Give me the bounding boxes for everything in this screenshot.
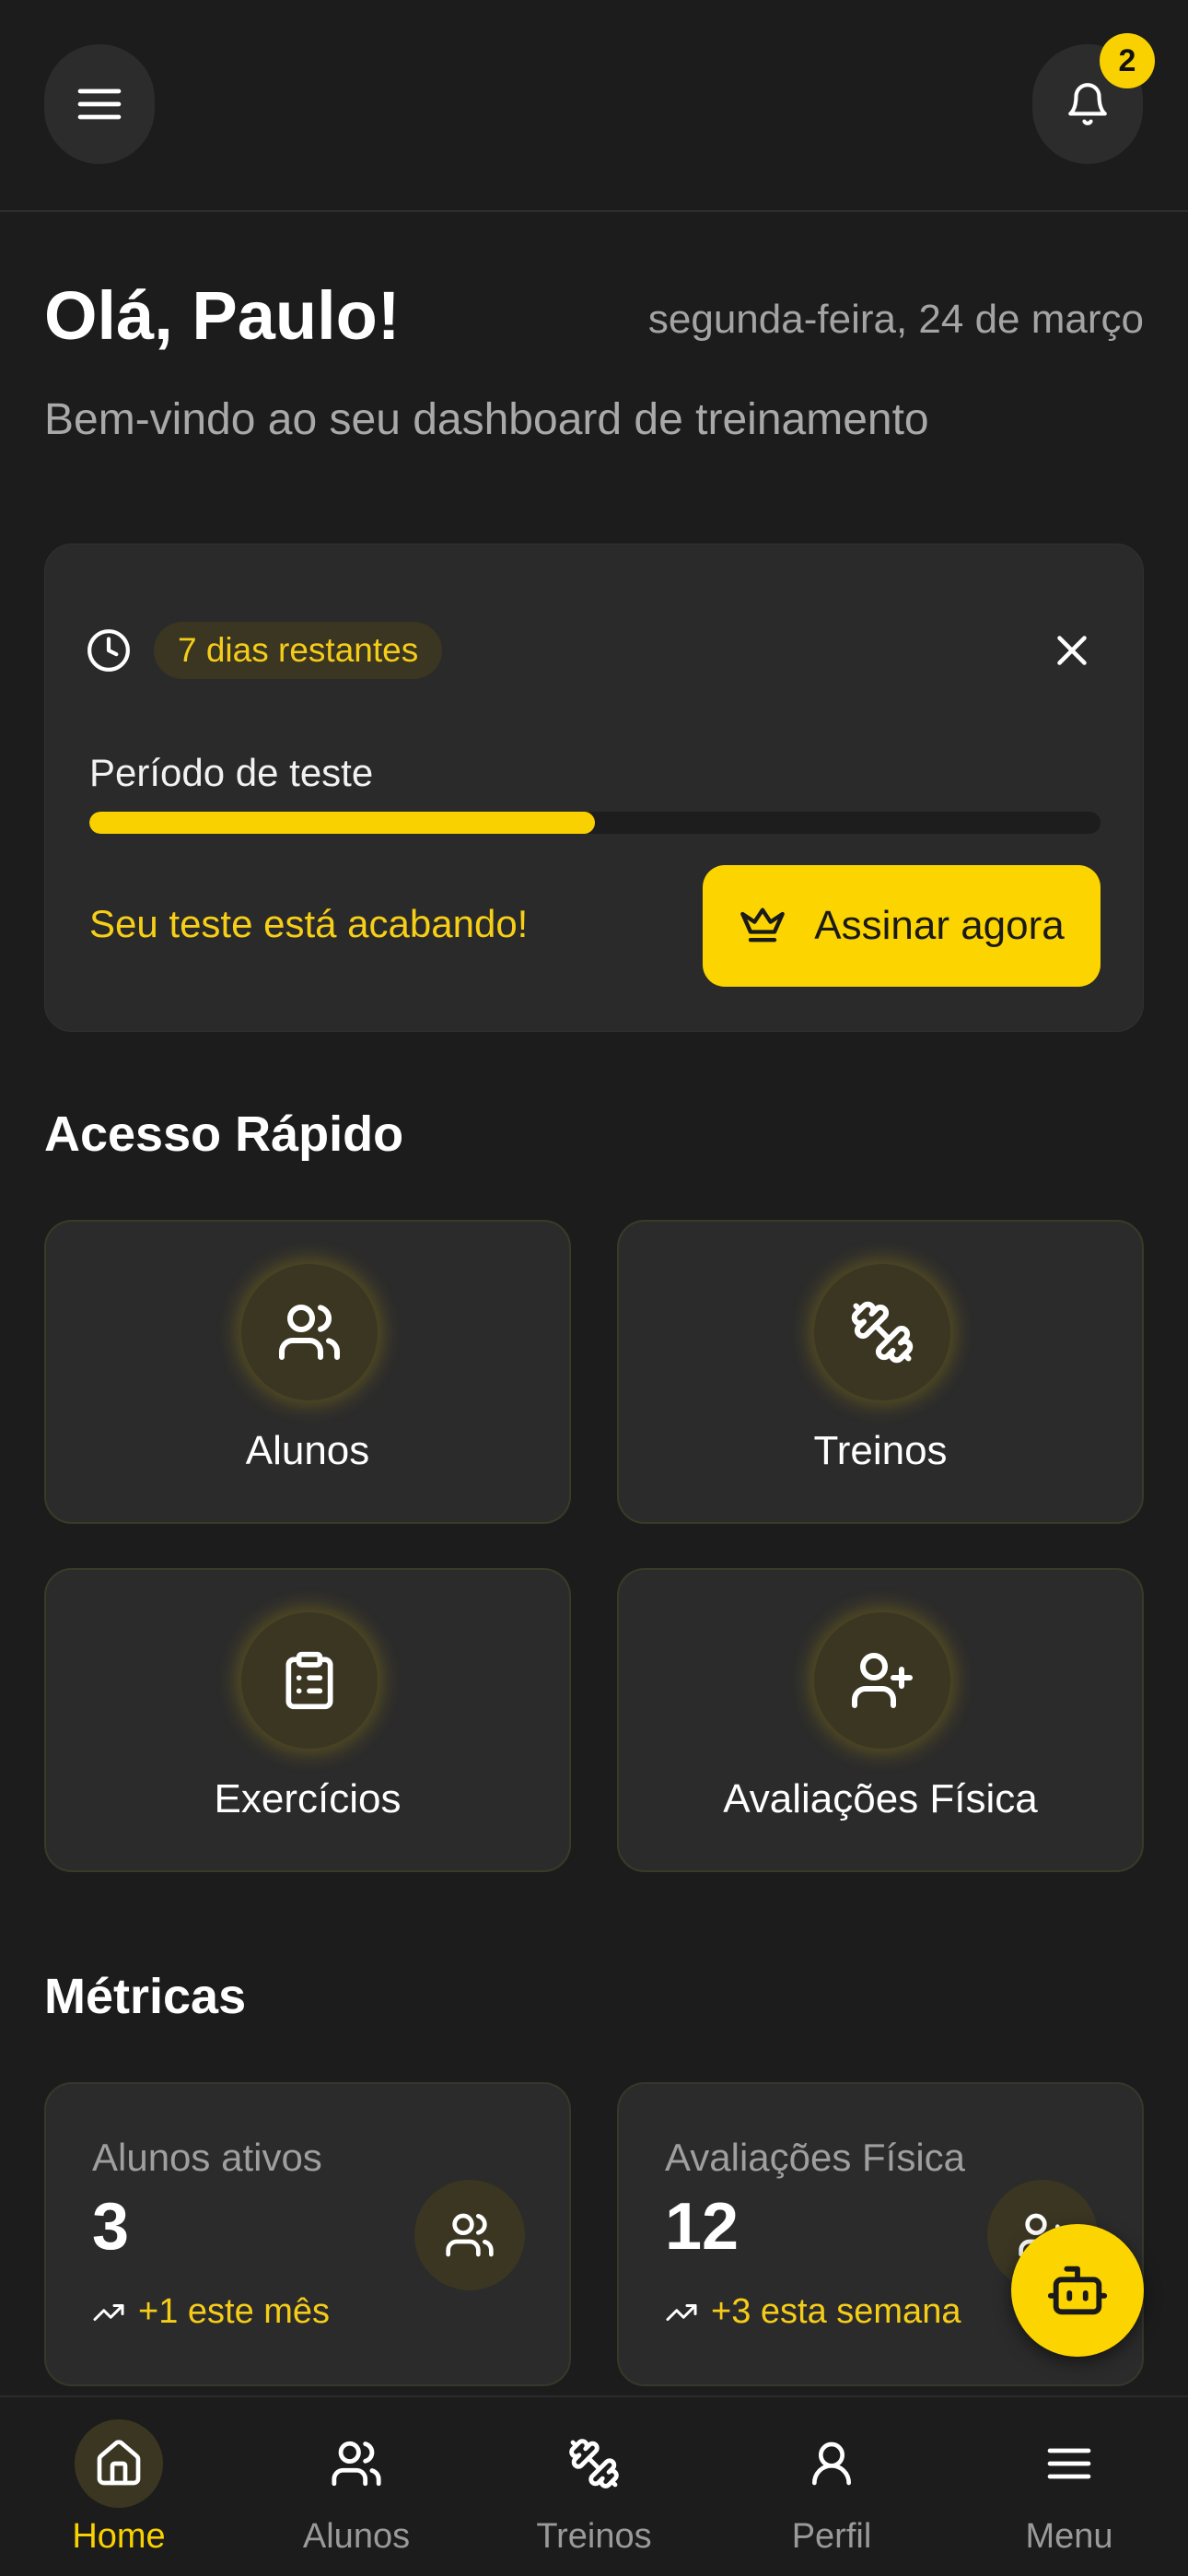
clock-icon [86, 627, 132, 673]
trial-card: 7 dias restantes Período de teste Seu te… [44, 544, 1144, 1032]
subscribe-button[interactable]: Assinar agora [703, 865, 1101, 987]
close-icon [1057, 636, 1087, 665]
quick-access-exercicios[interactable]: Exercícios [44, 1568, 571, 1872]
nav-treinos[interactable]: Treinos [475, 2397, 713, 2576]
trial-progress-bar [89, 812, 1101, 834]
greeting-title: Olá, Paulo! [44, 277, 401, 354]
metric-label: Avaliações Física [665, 2136, 966, 2179]
dumbbell-icon [550, 2419, 638, 2508]
trial-warning-text: Seu teste está acabando! [89, 902, 529, 945]
nav-label: Home [72, 2517, 166, 2556]
tile-label: Alunos [245, 1428, 370, 1473]
subscribe-button-label: Assinar agora [814, 903, 1065, 948]
nav-label: Treinos [536, 2517, 652, 2556]
bottom-navigation: Home Alunos Treinos Perfil Menu [0, 2395, 1188, 2576]
nav-menu[interactable]: Menu [950, 2397, 1188, 2576]
quick-access-title: Acesso Rápido [44, 1107, 404, 1162]
quick-access-alunos[interactable]: Alunos [44, 1220, 571, 1524]
metric-trend: +1 este mês [92, 2292, 330, 2332]
crown-icon [740, 907, 786, 943]
menu-icon [1025, 2419, 1113, 2508]
home-icon [75, 2419, 163, 2508]
metric-value: 3 [92, 2190, 130, 2264]
users-icon [241, 1264, 378, 1400]
metric-trend-text: +1 este mês [138, 2292, 331, 2331]
users-icon [312, 2419, 401, 2508]
nav-label: Menu [1025, 2517, 1113, 2556]
tile-label: Avaliações Física [723, 1776, 1038, 1821]
metric-label: Alunos ativos [92, 2136, 322, 2179]
nav-perfil[interactable]: Perfil [713, 2397, 950, 2576]
hamburger-icon [77, 88, 122, 120]
metric-trend: +3 esta semana [665, 2292, 961, 2332]
dumbbell-icon [814, 1264, 950, 1400]
tile-label: Exercícios [214, 1776, 402, 1821]
current-date: segunda-feira, 24 de março [647, 297, 1144, 342]
quick-access-treinos[interactable]: Treinos [617, 1220, 1144, 1524]
nav-alunos[interactable]: Alunos [238, 2397, 475, 2576]
trial-period-label: Período de teste [89, 751, 374, 794]
quick-access-avaliacoes[interactable]: Avaliações Física [617, 1568, 1144, 1872]
nav-label: Alunos [302, 2517, 411, 2556]
trial-progress-fill [89, 812, 595, 834]
metric-value: 12 [665, 2190, 740, 2264]
tile-label: Treinos [813, 1428, 948, 1473]
trending-up-icon [666, 2303, 697, 2321]
user-icon [787, 2419, 876, 2508]
greeting-subtitle: Bem-vindo ao seu dashboard de treinament… [44, 395, 929, 444]
nav-home[interactable]: Home [0, 2397, 238, 2576]
top-bar: 2 [0, 0, 1188, 212]
metrics-title: Métricas [44, 1969, 247, 2024]
menu-button[interactable] [44, 44, 155, 164]
nav-label: Perfil [791, 2517, 872, 2556]
assistant-bot-button[interactable] [1011, 2224, 1144, 2357]
metric-card-alunos-ativos[interactable]: Alunos ativos 3 +1 este mês [44, 2082, 571, 2386]
close-trial-button[interactable] [1047, 626, 1097, 675]
notification-badge: 2 [1100, 33, 1155, 88]
metric-trend-text: +3 esta semana [711, 2292, 961, 2331]
user-plus-icon [814, 1612, 950, 1749]
bot-icon [1047, 2266, 1108, 2315]
days-left-badge: 7 dias restantes [154, 622, 443, 679]
trending-up-icon [93, 2303, 124, 2321]
users-icon [414, 2180, 525, 2290]
bell-icon [1068, 83, 1107, 125]
clipboard-list-icon [241, 1612, 378, 1749]
